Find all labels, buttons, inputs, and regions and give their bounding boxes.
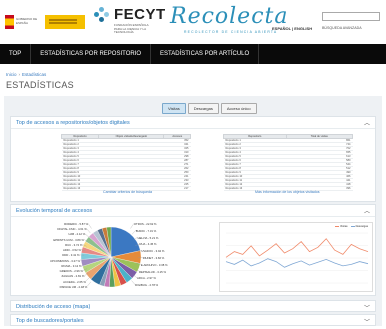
- evolution-panel: Evolución temporal de accesos ︿ RODERIC …: [10, 204, 376, 296]
- series-line[interactable]: [225, 238, 369, 258]
- line-chart-svg: [225, 232, 369, 284]
- pie-label: RUA - 4.45 %: [139, 242, 157, 247]
- recolecta-subtitle: RECOLECTOR DE CIENCIA ABIERTA: [184, 30, 278, 34]
- pie-label: BURJC - 7.31 %: [135, 228, 157, 233]
- main-nav: TOP ESTADÍSTICAS POR REPOSITORIO ESTADÍS…: [0, 44, 386, 64]
- recolecta-logo[interactable]: Recolecta: [170, 4, 288, 29]
- stats-content: Visitas Descargas Acceso único Top de ac…: [4, 96, 382, 326]
- panel-title: Evolución temporal de accesos: [16, 207, 93, 214]
- site-header: GOBIERNO DE ESPAÑA FECYT FUNDACIÓN ESPAÑ…: [0, 0, 386, 44]
- top-search-header[interactable]: Top de buscadores/portales ﹀: [11, 315, 375, 327]
- legend-item[interactable]: Visitas: [335, 225, 348, 228]
- legend-swatch: [335, 226, 339, 227]
- legend-swatch: [350, 226, 355, 227]
- line-chart: Visitas Descargas: [219, 222, 373, 292]
- breadcrumb: Inicio › Estadísticas: [6, 72, 46, 77]
- distribution-panel: Distribución de acceso (mapa) ﹀: [10, 300, 376, 312]
- spain-flag-icon: [5, 15, 14, 29]
- legend-label: Visitas: [340, 225, 348, 228]
- pie-label: UPCOMMONS - 3.27 %: [50, 258, 81, 263]
- change-criteria-link[interactable]: Cambiar criterios de búsqueda: [103, 190, 152, 194]
- pie-label: RIUNET - 3.66 %: [142, 256, 165, 260]
- chevron-down-icon[interactable]: ﹀: [364, 317, 370, 326]
- fecyt-subtitle: FUNDACIÓN ESPAÑOLA PARA LA CIENCIA Y LA …: [114, 23, 149, 35]
- series-line[interactable]: [225, 258, 369, 268]
- table-cell: 217: [163, 186, 191, 191]
- gov-text: GOBIERNO DE ESPAÑA: [16, 17, 38, 25]
- page-title: ESTADÍSTICAS: [6, 80, 74, 90]
- fecyt-mark-icon: [94, 6, 110, 23]
- ministry-logo: [45, 15, 85, 29]
- pie-label: DIGIBUG - 2.78 %: [135, 283, 159, 288]
- pie-label: RODERIC - 5.87 %: [64, 222, 89, 226]
- pie-leader-line: [86, 228, 91, 234]
- legend-item[interactable]: Descargas: [350, 225, 368, 228]
- pie-label: ADDI - 3.52 %: [63, 248, 81, 253]
- pie-label: RIUMA - 3.12 %: [61, 263, 82, 268]
- nav-item-stats-article[interactable]: ESTADÍSTICAS POR ARTÍCULO: [151, 44, 260, 64]
- breadcrumb-home[interactable]: Inicio: [6, 72, 17, 77]
- pie-label: E-ARCHIVO - 3.38 %: [140, 262, 168, 267]
- evolution-header[interactable]: Evolución temporal de accesos ︿: [11, 205, 375, 217]
- fecyt-logo[interactable]: FECYT FUNDACIÓN ESPAÑOLA PARA LA CIENCIA…: [94, 6, 166, 34]
- filter-downloads-button[interactable]: Descargas: [187, 103, 219, 114]
- pie-label: ARCA - 2.97 %: [137, 276, 156, 281]
- top-repositories-table: Repositorio Total de visitas Repositorio…: [223, 134, 354, 191]
- language-switch[interactable]: ESPAÑOL | ENGLISH: [272, 26, 312, 31]
- pie-leader-line: [85, 277, 90, 282]
- gobierno-logo[interactable]: GOBIERNO DE ESPAÑA: [5, 12, 87, 32]
- top-search-panel: Top de buscadores/portales ﹀: [10, 314, 376, 326]
- pie-label: DIGITAL.CSIC - 4.61 %: [57, 227, 87, 232]
- pie-label: OTROS - 22.92 %: [133, 222, 157, 226]
- chevron-up-icon[interactable]: ︿: [364, 118, 370, 127]
- pie-chart-svg: [79, 223, 143, 288]
- chevron-up-icon[interactable]: ︿: [364, 206, 370, 215]
- pie-label: UAB - 4.12 %: [68, 232, 86, 237]
- page: GOBIERNO DE ESPAÑA FECYT FUNDACIÓN ESPAÑ…: [0, 0, 386, 329]
- pie-leader-line: [85, 233, 90, 238]
- pie-label: DDD - 3.41 %: [62, 253, 80, 258]
- pie-label: REPISALUD - 3.15 %: [138, 269, 166, 274]
- nav-item-top[interactable]: TOP: [0, 44, 32, 64]
- filter-bar: Visitas Descargas Acceso único: [162, 103, 257, 114]
- pie-leader-line: [88, 223, 92, 229]
- pie-label: HELVIA - 5.21 %: [137, 235, 159, 240]
- breadcrumb-separator: ›: [18, 72, 21, 77]
- pie-chart: RODERIC - 5.87 % DIGITAL.CSIC - 4.61 % UAB…: [11, 219, 211, 295]
- panel-title: Distribución de acceso (mapa): [16, 304, 91, 310]
- pie-label: GREDOS - 2.96 %: [59, 269, 83, 274]
- chart-legend: Visitas Descargas: [335, 225, 368, 228]
- filter-visits-button[interactable]: Visitas: [162, 103, 186, 114]
- pie-label: ACCEDA - 2.65 %: [63, 279, 86, 284]
- nav-item-stats-repository[interactable]: ESTADÍSTICAS POR REPOSITORIO: [31, 44, 152, 64]
- top-objects-table: Repositorio Objeto visitado/descargado A…: [60, 134, 191, 191]
- panel-title: Top de buscadores/portales: [16, 318, 84, 324]
- more-info-link[interactable]: Más información de los objetos visitados: [255, 190, 320, 194]
- breadcrumb-current: Estadísticas: [22, 72, 47, 77]
- pie-label: DSPACE UM - 2.48 %: [59, 284, 88, 289]
- fecyt-name: FECYT: [114, 6, 166, 23]
- distribution-header[interactable]: Distribución de acceso (mapa) ﹀: [11, 301, 375, 313]
- pie-label: RUC - 3.74 %: [65, 242, 83, 247]
- pie-label: ZAGUAN - 2.81 %: [61, 274, 85, 279]
- search-input[interactable]: [322, 12, 380, 21]
- table-cell: Repositorio 13: [61, 186, 99, 191]
- filter-unique-button[interactable]: Acceso único: [220, 103, 257, 114]
- pie-leader-line: [87, 281, 91, 287]
- legend-label: Descargas: [355, 225, 368, 228]
- advanced-search-link[interactable]: BÚSQUEDA AVANZADA: [322, 26, 362, 30]
- pie-label: UVADOC - 3.94 %: [141, 249, 165, 254]
- top-access-header[interactable]: Top de accesos a repositorios/objetos di…: [11, 117, 375, 129]
- pie-label: EPRINTS UCM - 3.89 %: [53, 237, 84, 242]
- chevron-down-icon[interactable]: ﹀: [364, 303, 370, 312]
- top-access-panel: Top de accesos a repositorios/objetos di…: [10, 116, 376, 202]
- panel-title: Top de accesos a repositorios/objetos di…: [16, 119, 130, 126]
